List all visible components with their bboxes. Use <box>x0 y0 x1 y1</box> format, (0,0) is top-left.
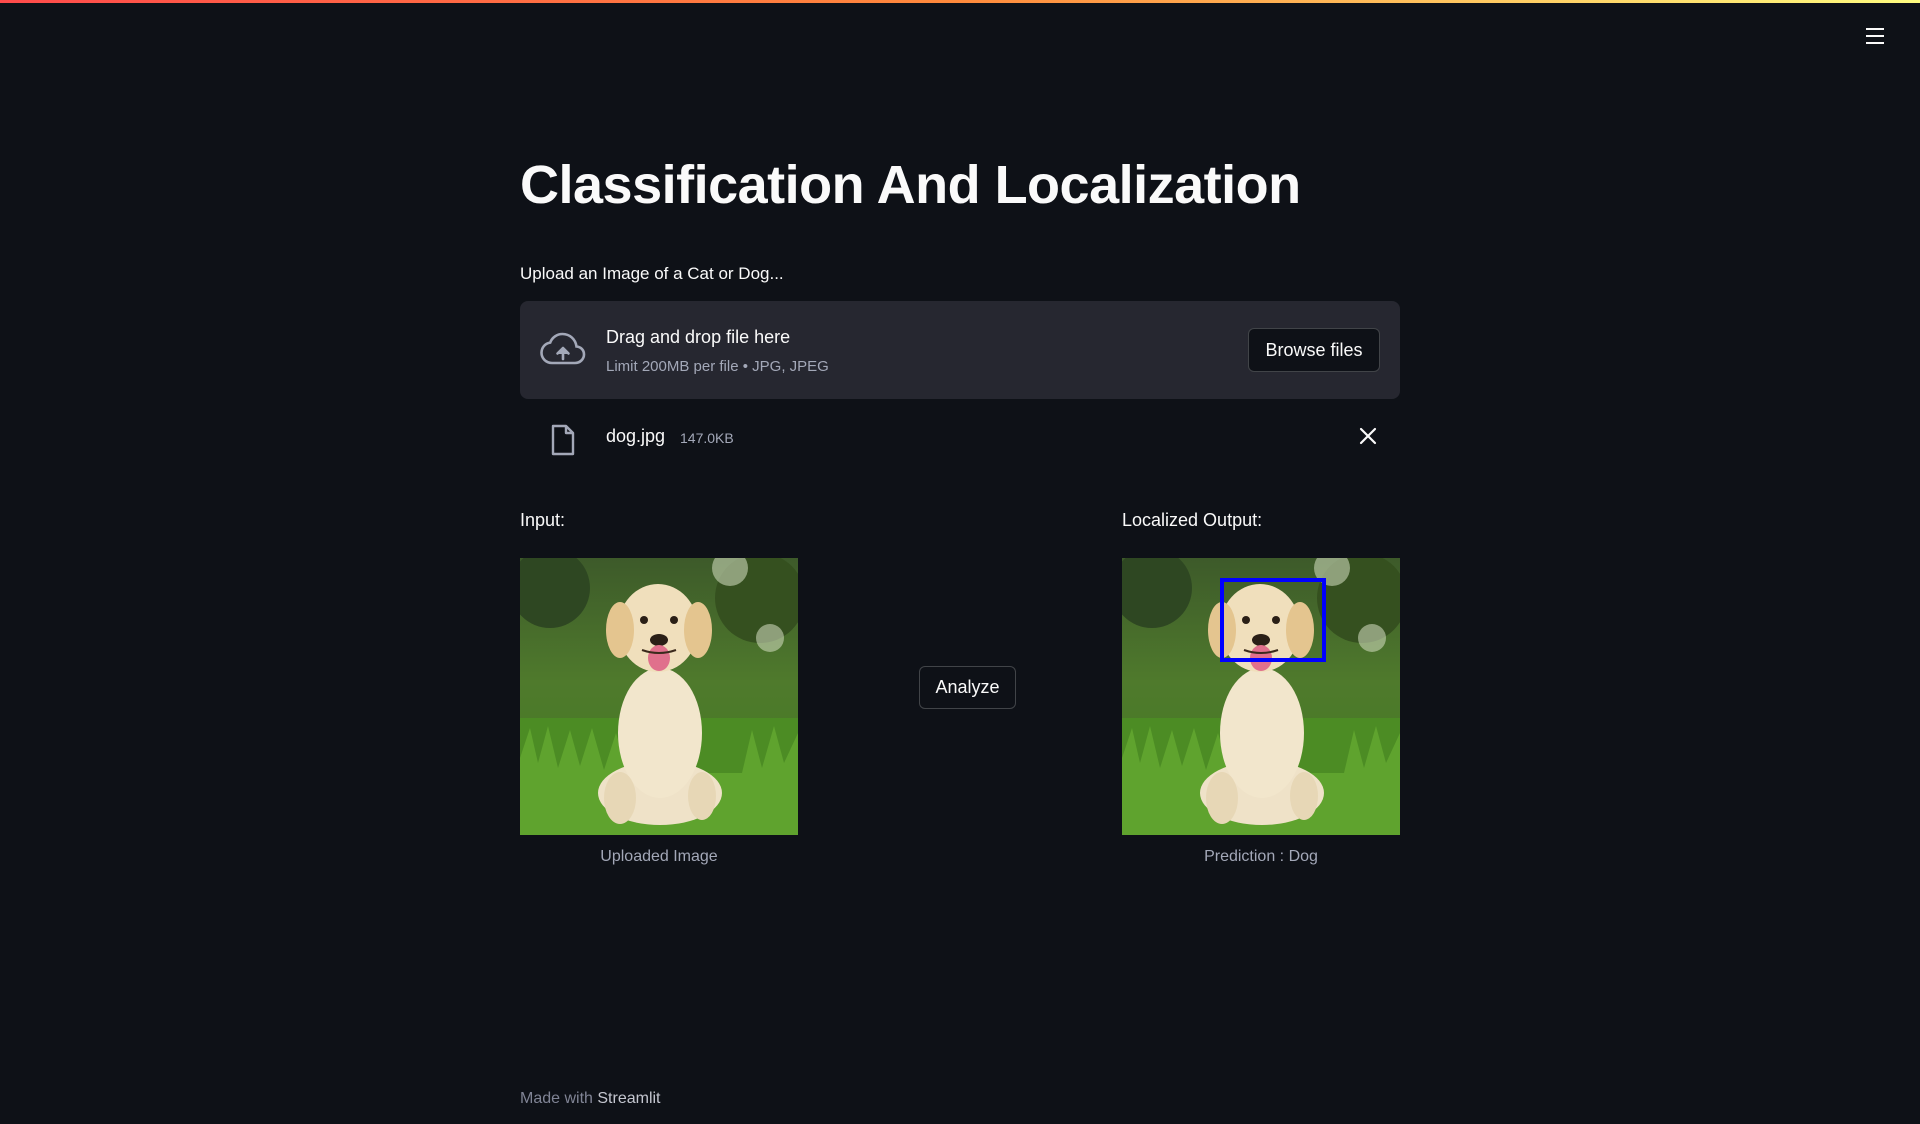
uploaded-file-item: dog.jpg 147.0KB <box>520 412 1400 462</box>
input-label: Input: <box>520 510 566 530</box>
analyze-button[interactable]: Analyze <box>919 666 1016 709</box>
file-dropzone[interactable]: Drag and drop file here Limit 200MB per … <box>520 301 1400 399</box>
uploaded-dog-image <box>520 558 798 835</box>
footer: Made with Streamlit <box>520 1090 661 1108</box>
upload-label: Upload an Image of a Cat or Dog... <box>520 264 784 283</box>
dropzone-title: Drag and drop file here <box>606 327 791 347</box>
streamlit-link[interactable]: Streamlit <box>597 1090 660 1107</box>
browse-files-button[interactable]: Browse files <box>1248 328 1380 372</box>
file-size: 147.0KB <box>680 430 734 446</box>
dropzone-limits: Limit 200MB per file • JPG, JPEG <box>606 358 829 375</box>
top-decoration-bar <box>0 0 1920 3</box>
file-icon <box>551 424 575 456</box>
localized-output-label: Localized Output: <box>1122 510 1263 530</box>
cloud-upload-icon <box>540 332 586 365</box>
uploaded-image-caption: Uploaded Image <box>600 848 718 865</box>
footer-prefix: Made with <box>520 1090 593 1107</box>
hamburger-menu-icon[interactable] <box>1861 24 1889 48</box>
file-name: dog.jpg <box>606 426 666 446</box>
localized-output-image <box>1122 558 1400 835</box>
close-icon[interactable] <box>1358 426 1378 446</box>
prediction-caption: Prediction : Dog <box>1204 848 1318 865</box>
page-title: Classification And Localization <box>520 155 1301 215</box>
